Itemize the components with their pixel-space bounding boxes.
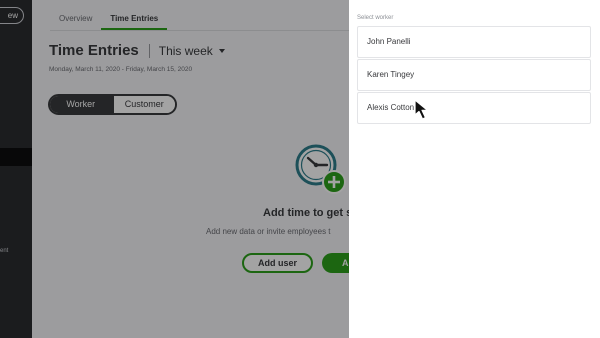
period-dropdown[interactable]: This week — [159, 44, 213, 58]
page-title: Time Entries — [49, 42, 139, 59]
worker-option[interactable]: Karen Tingey — [357, 59, 591, 91]
select-worker-drawer: Select worker John Panelli Karen Tingey … — [349, 0, 600, 338]
toggle-customer-button[interactable]: Customer — [111, 96, 175, 113]
nav-item-active[interactable] — [0, 148, 32, 166]
worker-option[interactable]: Alexis Cotton — [357, 92, 591, 124]
empty-state-subtitle: Add new data or invite employees t — [206, 227, 331, 236]
page-header: Time Entries This week — [49, 42, 225, 59]
left-navigation: ew ent — [0, 0, 32, 338]
date-range: Monday, March 11, 2020 - Friday, March 1… — [49, 66, 193, 73]
tab-time-entries[interactable]: Time Entries — [101, 10, 168, 30]
drawer-label: Select worker — [357, 15, 394, 21]
empty-state-title: Add time to get s — [263, 207, 353, 219]
toggle-worker-button[interactable]: Worker — [50, 96, 112, 113]
mouse-cursor-icon — [414, 99, 429, 120]
clock-add-icon — [295, 144, 346, 194]
tab-overview[interactable]: Overview — [50, 10, 101, 30]
worker-option[interactable]: John Panelli — [357, 26, 591, 58]
view-toggle: Worker Customer — [48, 94, 177, 115]
add-user-button[interactable]: Add user — [242, 253, 313, 273]
chevron-down-icon[interactable] — [218, 49, 225, 53]
tab-bar: Overview Time Entries — [50, 10, 168, 30]
new-button[interactable]: ew — [0, 7, 24, 24]
nav-item-truncated-label[interactable]: ent — [0, 248, 8, 254]
title-divider — [148, 43, 150, 58]
